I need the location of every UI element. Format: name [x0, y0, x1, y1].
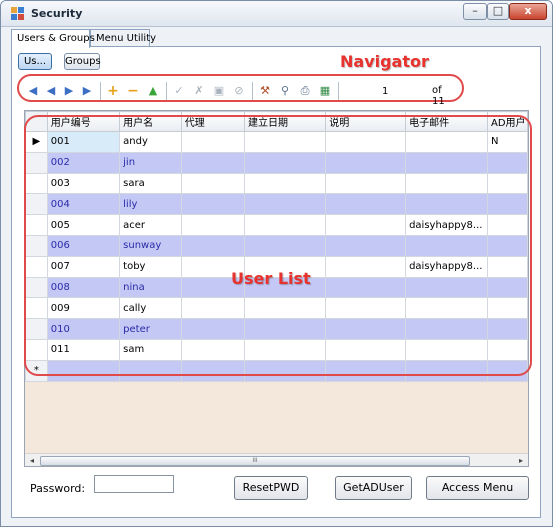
add-icon[interactable]: + — [106, 84, 120, 98]
record-count-label: of 11 — [432, 85, 445, 107]
get-ad-user-button[interactable]: GetADUser — [335, 476, 412, 500]
tool-icon[interactable]: ⚒ — [258, 84, 272, 98]
window-title: Security — [31, 7, 83, 20]
next-icon[interactable]: ▶ — [62, 84, 76, 98]
reset-pwd-button[interactable]: ResetPWD — [234, 476, 308, 500]
first-icon[interactable]: ◀ — [26, 84, 40, 98]
title-bar: Security – □ x — [1, 1, 552, 27]
export-icon[interactable]: ▦ — [318, 84, 332, 98]
app-icon — [11, 7, 24, 20]
password-input[interactable] — [94, 475, 174, 493]
scroll-thumb[interactable]: III — [40, 456, 470, 466]
separator — [252, 82, 253, 100]
minimize-button[interactable]: – — [463, 3, 487, 20]
separator — [100, 82, 101, 100]
users-groups-panel: Us... Groups Navigator ◀ ◀ ▶ ▶ + − ▲ ✓ ✗… — [11, 46, 541, 518]
password-label: Password: — [30, 482, 86, 495]
save-icon: ▣ — [213, 84, 225, 97]
scroll-left-icon[interactable]: ◂ — [25, 454, 39, 466]
user-list-highlight — [24, 115, 532, 376]
subtab-users[interactable]: Us... — [18, 53, 52, 70]
prev-icon[interactable]: ◀ — [44, 84, 58, 98]
tab-users-groups[interactable]: Users & Groups — [11, 29, 95, 48]
binding-navigator: ◀ ◀ ▶ ▶ + − ▲ ✓ ✗ ▣ ⊘ ⚒ ⚲ ⎙ ▦ of 11 — [24, 79, 454, 107]
cancel-icon: ✗ — [194, 84, 204, 97]
scroll-right-icon[interactable]: ▸ — [514, 454, 528, 466]
subtab-groups[interactable]: Groups — [64, 53, 101, 70]
check-icon: ✓ — [174, 84, 184, 97]
position-input[interactable] — [380, 83, 420, 99]
separator — [338, 82, 339, 100]
navigator-annotation: Navigator — [340, 52, 429, 71]
stop-icon: ⊘ — [234, 84, 244, 97]
up-icon[interactable]: ▲ — [146, 84, 160, 98]
user-list-annotation: User List — [231, 269, 311, 288]
separator — [166, 82, 167, 100]
maximize-button[interactable]: □ — [487, 3, 509, 20]
last-icon[interactable]: ▶ — [80, 84, 94, 98]
find-icon[interactable]: ⚲ — [278, 84, 292, 98]
close-button[interactable]: x — [509, 3, 547, 20]
delete-icon[interactable]: − — [126, 84, 140, 98]
horizontal-scrollbar[interactable]: ◂ III ▸ — [25, 453, 528, 466]
security-window: Security – □ x Users & Groups Menu Utili… — [0, 0, 553, 527]
print-icon[interactable]: ⎙ — [298, 84, 312, 98]
tab-menu-utility[interactable]: Menu Utility — [90, 29, 156, 47]
access-menu-button[interactable]: Access Menu — [426, 476, 529, 500]
